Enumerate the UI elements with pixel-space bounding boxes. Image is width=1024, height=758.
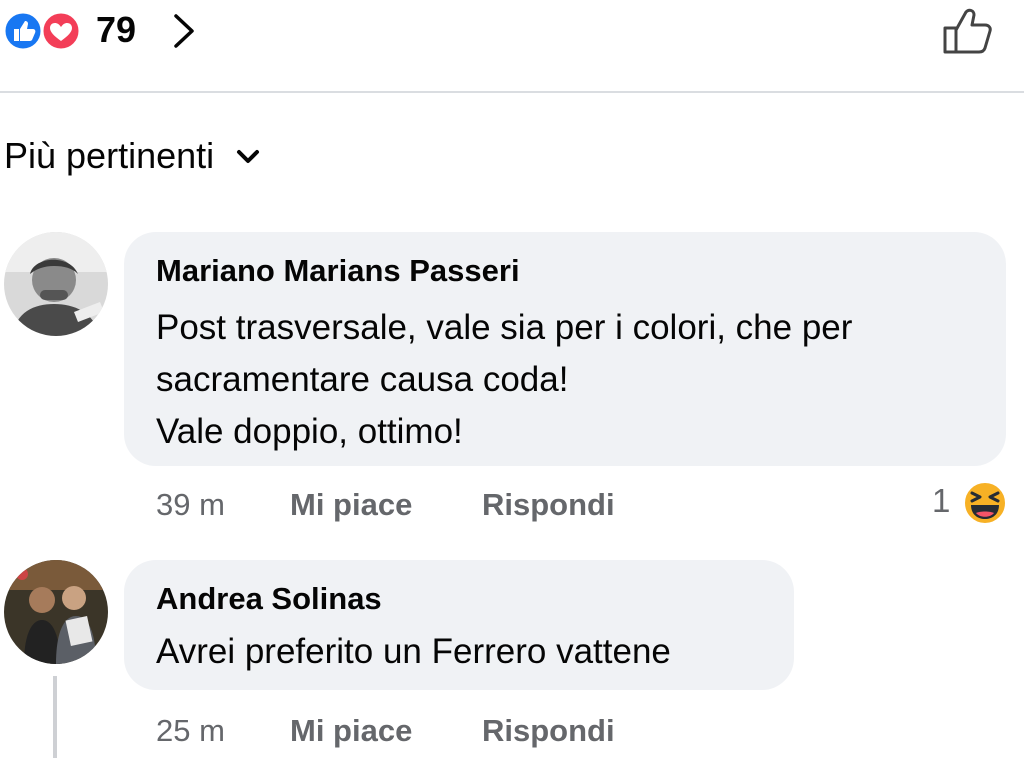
love-icon <box>40 10 82 52</box>
avatar[interactable] <box>4 232 108 336</box>
sort-label: Più pertinenti <box>4 135 215 176</box>
comment-text-line: Vale doppio, ottimo! <box>156 412 463 451</box>
comment-bubble[interactable]: Andrea Solinas Avrei preferito un Ferrer… <box>124 560 794 690</box>
like-button[interactable]: Mi piace <box>290 712 412 750</box>
comment-text-line: sacramentare causa coda! <box>156 360 569 399</box>
thread-line <box>53 676 57 758</box>
comment-reaction-count[interactable]: 1 <box>932 482 950 520</box>
like-icon <box>2 10 44 52</box>
comment-time[interactable]: 39 m <box>156 486 225 524</box>
comment-text-line: Post trasversale, vale sia per i colori,… <box>156 308 853 347</box>
comment-author[interactable]: Mariano Marians Passeri <box>156 252 520 290</box>
like-button[interactable]: Mi piace <box>290 486 412 524</box>
like-outline-icon[interactable] <box>940 4 996 56</box>
comment-bubble[interactable]: Mariano Marians Passeri Post trasversale… <box>124 232 1006 466</box>
comment-author[interactable]: Andrea Solinas <box>156 580 382 618</box>
comment-time[interactable]: 25 m <box>156 712 225 750</box>
chevron-down-icon <box>237 150 260 163</box>
comment-text-line: Avrei preferito un Ferrero vattene <box>156 632 671 671</box>
reaction-icons <box>2 10 82 52</box>
divider <box>0 91 1024 93</box>
chevron-right-icon[interactable] <box>170 12 198 50</box>
reaction-count[interactable]: 79 <box>96 8 136 52</box>
haha-icon[interactable] <box>962 480 1008 526</box>
reply-button[interactable]: Rispondi <box>482 486 615 524</box>
avatar[interactable] <box>4 560 108 664</box>
reactions-bar[interactable]: 79 <box>0 0 1024 92</box>
reply-button[interactable]: Rispondi <box>482 712 615 750</box>
sort-dropdown[interactable]: Più pertinenti <box>4 134 260 178</box>
